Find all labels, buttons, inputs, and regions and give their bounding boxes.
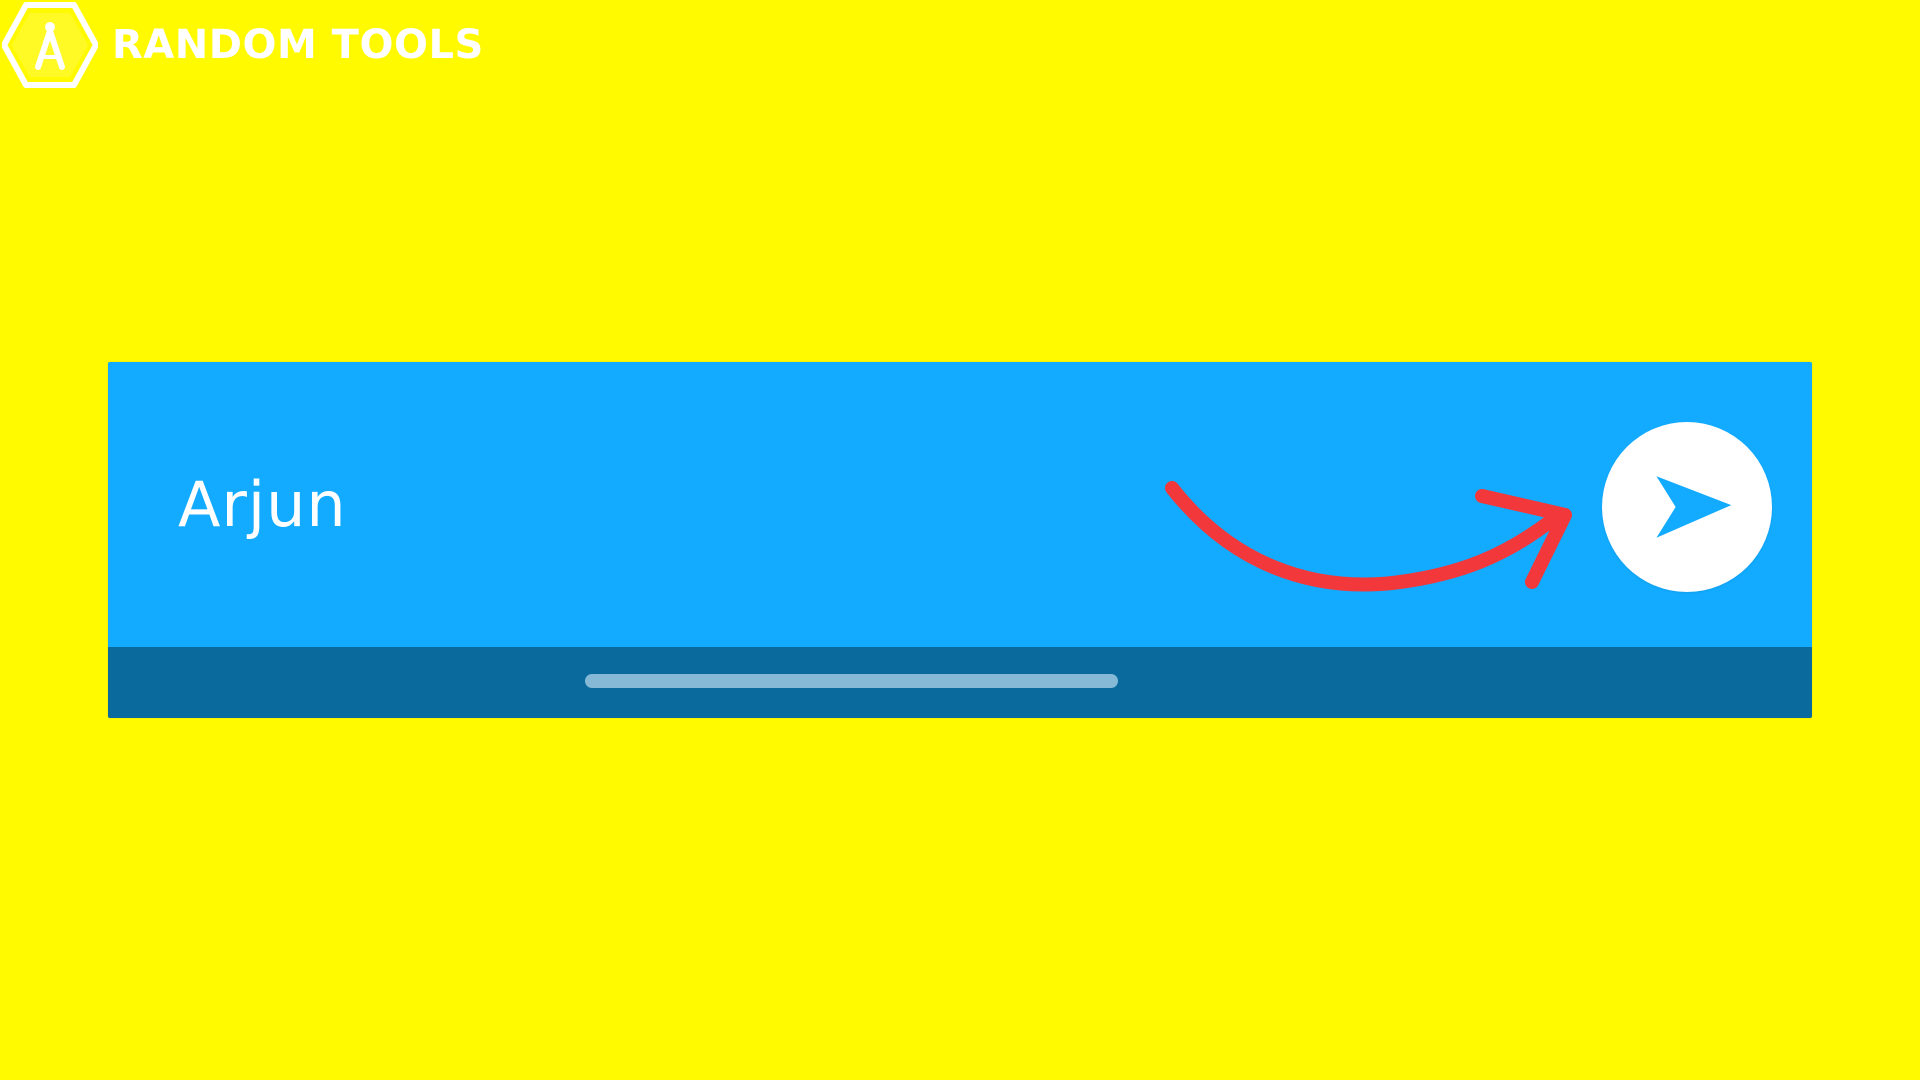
brand-name: RANDOM TOOLS xyxy=(112,22,484,68)
home-indicator[interactable] xyxy=(585,674,1118,688)
send-button[interactable] xyxy=(1602,422,1772,592)
message-input-text[interactable]: Arjun xyxy=(178,474,347,536)
message-input-bar[interactable]: Arjun xyxy=(108,362,1812,647)
send-arrow-icon xyxy=(1656,476,1732,538)
brand-header: RANDOM TOOLS xyxy=(0,0,484,90)
compass-hexagon-icon xyxy=(2,2,98,88)
chat-input-screenshot: Arjun xyxy=(108,362,1812,718)
